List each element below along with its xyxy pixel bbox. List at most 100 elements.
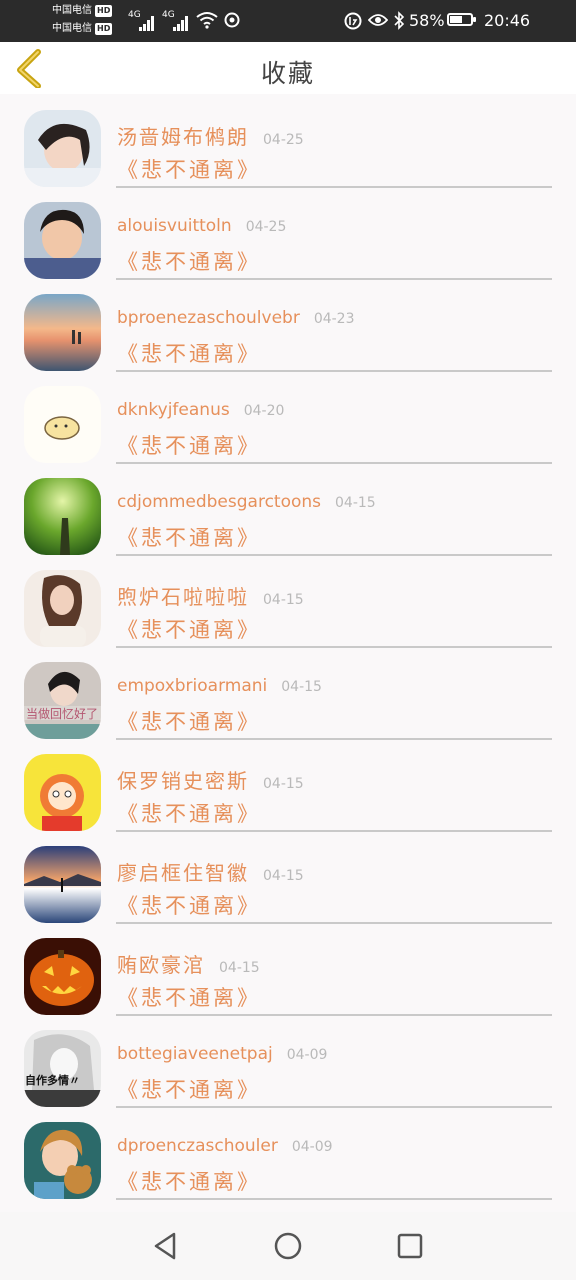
item-date: 04-15 [263, 868, 304, 884]
eye-comfort-icon [368, 14, 388, 26]
avatar[interactable] [24, 846, 101, 923]
item-date: 04-15 [335, 495, 376, 511]
item-book-title[interactable]: 《悲不通离》 [117, 430, 261, 460]
item-book-title[interactable]: 《悲不通离》 [117, 614, 261, 644]
item-date: 04-25 [263, 132, 304, 148]
list-item[interactable]: cdjommedbesgarctoons 04-15 《悲不通离》 [0, 464, 576, 556]
divider [116, 1198, 552, 1200]
item-date: 04-23 [313, 311, 355, 327]
item-username: bottegiaveenetpaj 04-09 [117, 1044, 327, 1064]
nav-recents-button[interactable] [394, 1230, 426, 1262]
username-text: dknkyjfeanus [117, 400, 230, 420]
username-text: cdjommedbesgarctoons [117, 492, 322, 512]
avatar[interactable] [24, 386, 101, 463]
list-item[interactable]: 汤啬姆布鸺朗 04-25 《悲不通离》 [0, 96, 576, 188]
list-item[interactable]: bproenezaschoulvebr 04-23 《悲不通离》 [0, 280, 576, 372]
favorites-list[interactable]: 汤啬姆布鸺朗 04-25 《悲不通离》 alouisvuittoln 04-25 《悲不通… [0, 96, 576, 1212]
wifi-icon [196, 12, 218, 29]
username-text: alouisvuittoln [117, 216, 232, 236]
svg-text:自作多情〃: 自作多情〃 [25, 1073, 80, 1087]
username-text: 汤啬姆布鸺朗 [117, 125, 249, 149]
svg-text:当做回忆好了: 当做回忆好了 [26, 706, 98, 721]
list-item[interactable]: 廖启框住智徽 04-15 《悲不通离》 [0, 832, 576, 924]
hotspot-icon [224, 12, 240, 28]
avatar[interactable]: 当做回忆好了 [24, 662, 101, 739]
item-book-title[interactable]: 《悲不通离》 [117, 890, 261, 920]
system-nav-bar [0, 1212, 576, 1280]
jack-o-lantern-image [24, 938, 101, 1015]
item-username: cdjommedbesgarctoons 04-15 [117, 492, 376, 512]
carrier-1: 中国电信 HD [52, 5, 113, 17]
nav-home-button[interactable] [272, 1230, 304, 1262]
signal-icon [173, 12, 189, 31]
child-with-teddy-image [24, 1122, 101, 1199]
carrier-2: 中国电信 HD [52, 23, 113, 35]
data-saver-icon [344, 12, 362, 30]
clock: 20:46 [484, 11, 531, 30]
username-text: empoxbrioarmani [117, 676, 268, 696]
item-book-title[interactable]: 《悲不通离》 [117, 1074, 261, 1104]
circle-home-icon [274, 1232, 302, 1260]
item-date: 04-09 [286, 1047, 328, 1063]
lake-silhouette-image [24, 846, 101, 923]
item-book-title[interactable]: 《悲不通离》 [117, 798, 261, 828]
triangle-back-icon [154, 1232, 176, 1260]
list-item[interactable]: 贿欧豪涫 04-15 《悲不通离》 [0, 924, 576, 1016]
avatar[interactable]: 自作多情〃 [24, 1030, 101, 1107]
avatar[interactable] [24, 202, 101, 279]
username-text: dproenczaschouler [117, 1136, 278, 1156]
anime-girl-bw-image: 自作多情〃 [24, 1030, 101, 1107]
item-book-title[interactable]: 《悲不通离》 [117, 1166, 261, 1196]
avatar[interactable] [24, 478, 101, 555]
signal-icon [139, 12, 155, 31]
item-date: 04-15 [263, 592, 304, 608]
list-item[interactable]: 当做回忆好了 empoxbrioarmani 04-15 《悲不通离》 [0, 648, 576, 740]
item-date: 04-09 [291, 1139, 333, 1155]
item-book-title[interactable]: 《悲不通离》 [117, 246, 261, 276]
avatar[interactable] [24, 110, 101, 187]
username-text: 煦炉石啦啦啦 [117, 585, 249, 609]
girl-sitting-photo-image [24, 570, 101, 647]
page-title: 收藏 [260, 59, 315, 88]
username-text: bottegiaveenetpaj [117, 1044, 273, 1064]
item-book-title[interactable]: 《悲不通离》 [117, 706, 261, 736]
item-username: 煦炉石啦啦啦 04-15 [117, 581, 304, 610]
avatar[interactable] [24, 1122, 101, 1199]
username-text: 贿欧豪涫 [117, 953, 205, 977]
girl-with-text-image: 当做回忆好了 [24, 662, 101, 739]
list-item[interactable]: alouisvuittoln 04-25 《悲不通离》 [0, 188, 576, 280]
nav-back-button[interactable] [150, 1230, 182, 1262]
item-username: dknkyjfeanus 04-20 [117, 400, 284, 420]
avatar[interactable] [24, 938, 101, 1015]
battery-percent: 58% [409, 11, 445, 30]
item-username: alouisvuittoln 04-25 [117, 216, 286, 236]
list-item[interactable]: dproenczaschouler 04-09 《悲不通离》 [0, 1108, 576, 1200]
avatar[interactable] [24, 570, 101, 647]
item-book-title[interactable]: 《悲不通离》 [117, 522, 261, 552]
app-header: 收藏 [0, 42, 576, 94]
bluetooth-icon [394, 11, 405, 30]
list-item[interactable]: 煦炉石啦啦啦 04-15 《悲不通离》 [0, 556, 576, 648]
list-item[interactable]: 保罗销史密斯 04-15 《悲不通离》 [0, 740, 576, 832]
beach-sunset-couple-image [24, 294, 101, 371]
item-date: 04-15 [281, 679, 322, 695]
item-book-title[interactable]: 《悲不通离》 [117, 338, 261, 368]
username-text: 保罗销史密斯 [117, 769, 249, 793]
boy-photo-image [24, 202, 101, 279]
list-item[interactable]: 自作多情〃 bottegiaveenetpaj 04-09 《悲不通离》 [0, 1016, 576, 1108]
list-item[interactable]: dknkyjfeanus 04-20 《悲不通离》 [0, 372, 576, 464]
item-date: 04-15 [263, 776, 304, 792]
cartoon-girl-yellow-image [24, 754, 101, 831]
item-date: 04-25 [245, 219, 287, 235]
avatar[interactable] [24, 754, 101, 831]
item-date: 04-20 [243, 403, 285, 419]
username-text: 廖启框住智徽 [117, 861, 249, 885]
item-username: 廖启框住智徽 04-15 [117, 857, 304, 886]
avatar[interactable] [24, 294, 101, 371]
green-forest-image [24, 478, 101, 555]
item-book-title[interactable]: 《悲不通离》 [117, 982, 261, 1012]
item-username: bproenezaschoulvebr 04-23 [117, 308, 355, 328]
status-bar: 中国电信 HD 中国电信 HD 4G 4G 58% 20:46 [0, 0, 576, 42]
item-book-title[interactable]: 《悲不通离》 [117, 154, 261, 184]
item-username: 贿欧豪涫 04-15 [117, 949, 260, 978]
